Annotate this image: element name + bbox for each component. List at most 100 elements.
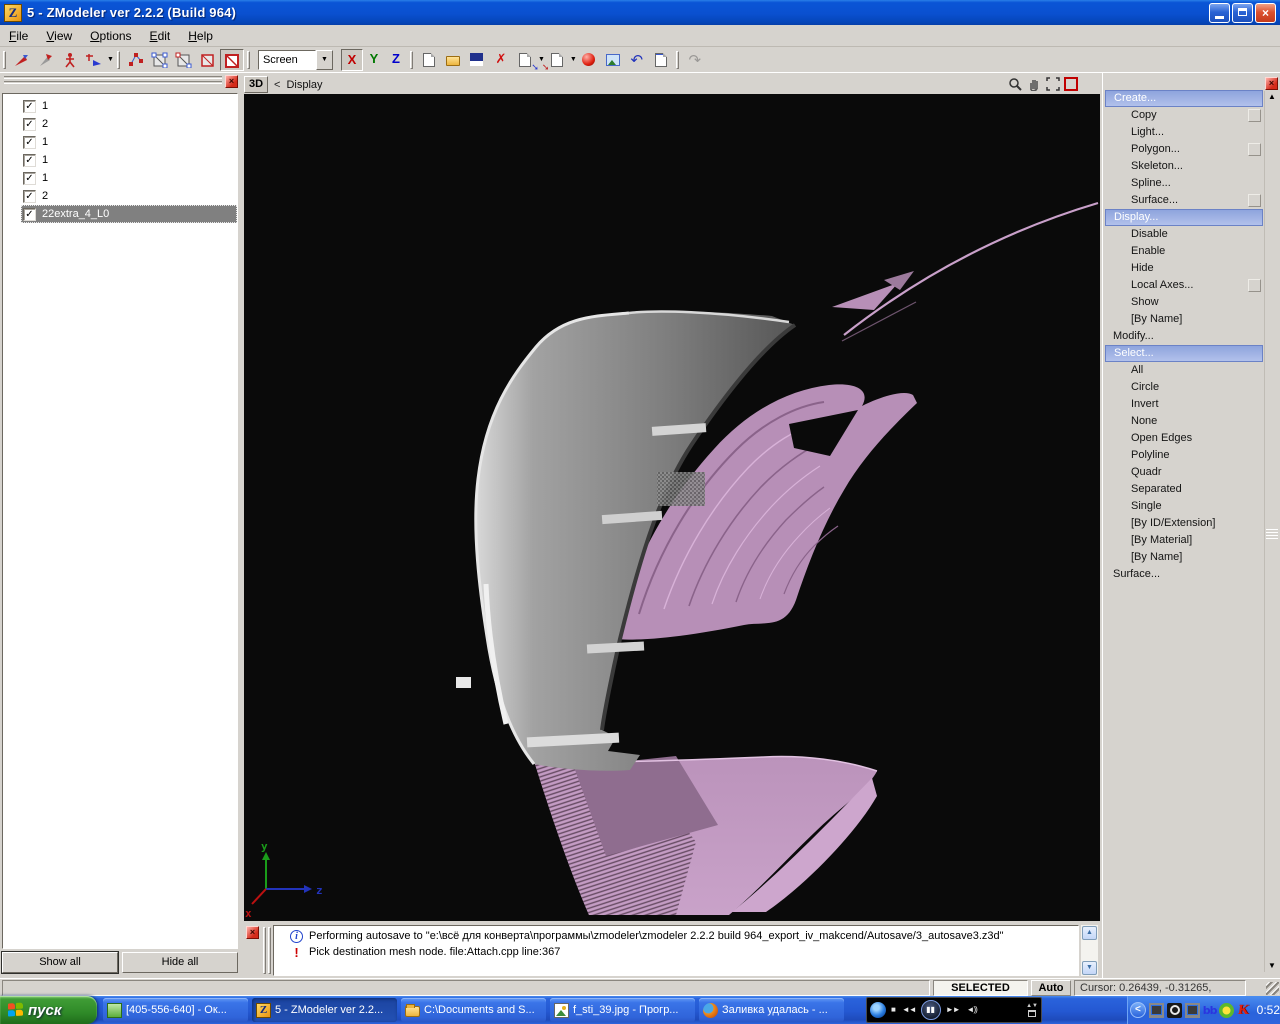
zoom-icon[interactable] (1007, 76, 1023, 92)
space-selector-combo[interactable]: Screen ▼ (257, 49, 333, 70)
undo-icon[interactable]: ↶ (624, 48, 649, 71)
toolbar-grip[interactable] (675, 50, 679, 69)
cmd-modify[interactable]: Modify... (1105, 328, 1263, 345)
cmd-select-by-material[interactable]: [By Material] (1105, 532, 1263, 549)
cmd-enable[interactable]: Enable (1105, 243, 1263, 260)
cmd-display-by-name[interactable]: [By Name] (1105, 311, 1263, 328)
checkbox-checked-icon[interactable]: ✓ (23, 99, 36, 113)
show-all-button[interactable]: Show all (1, 951, 119, 974)
option-box[interactable] (1248, 109, 1261, 122)
move-tool-icon[interactable] (34, 48, 58, 71)
log-messages[interactable]: i Performing autosave to "e:\всё для кон… (273, 925, 1079, 976)
checkbox-checked-icon[interactable]: ✓ (23, 135, 36, 149)
cmd-polygon[interactable]: Polygon... (1105, 141, 1263, 158)
cmd-skeleton[interactable]: Skeleton... (1105, 158, 1263, 175)
status-auto-button[interactable]: Auto (1031, 980, 1071, 996)
cmd-select-polyline[interactable]: Polyline (1105, 447, 1263, 464)
toolbar-grip[interactable] (3, 50, 6, 69)
media-pause-button[interactable]: ▮▮ (920, 1000, 941, 1020)
view-back-arrow[interactable]: < (274, 79, 280, 91)
open-file-icon[interactable] (440, 48, 465, 71)
import-icon[interactable]: ➘ (512, 48, 539, 72)
tool-dropdown-icon[interactable]: ▼ (107, 56, 114, 63)
cmd-spline[interactable]: Spline... (1105, 175, 1263, 192)
export-icon[interactable]: ➘ (542, 48, 569, 72)
cmd-select-separated[interactable]: Separated (1105, 481, 1263, 498)
restore-button[interactable] (1232, 3, 1253, 23)
cmd-local-axes[interactable]: Local Axes... (1105, 277, 1263, 294)
taskbar-task-explorer[interactable]: C:\Documents and S... (401, 998, 546, 1022)
axis-x-button[interactable]: X (340, 48, 363, 71)
taskbar-task-icq[interactable]: [405-556-640] - Ок... (103, 998, 248, 1022)
log-scrollbar[interactable]: ▲ ▼ (1081, 925, 1098, 976)
checkbox-checked-icon[interactable]: ✓ (23, 171, 36, 185)
bb-tray-icon[interactable]: bb (1203, 1003, 1218, 1018)
export-dropdown-icon[interactable]: ▼ (570, 56, 577, 63)
objects-mode-icon[interactable] (219, 48, 244, 71)
bone-tool-icon[interactable] (82, 48, 106, 71)
scene-node-row[interactable]: ✓ 1 (21, 169, 237, 187)
scroll-down-icon[interactable]: ▼ (1082, 961, 1097, 975)
menu-edit[interactable]: Edit (141, 26, 180, 46)
media-volume-button[interactable]: ◄)) (965, 1000, 979, 1020)
log-window-icon[interactable] (648, 48, 673, 71)
option-box[interactable] (1248, 143, 1261, 156)
start-button[interactable]: пуск (0, 996, 97, 1024)
save-file-icon[interactable] (464, 48, 489, 71)
cmd-disable[interactable]: Disable (1105, 226, 1263, 243)
scroll-up-icon[interactable]: ▲ (1082, 926, 1097, 940)
checkbox-checked-icon[interactable]: ✓ (23, 117, 36, 131)
cmd-select[interactable]: Select... (1105, 345, 1263, 362)
taskbar-task-zmodeler[interactable]: Z 5 - ZModeler ver 2.2... (252, 998, 397, 1022)
checkbox-checked-icon[interactable]: ✓ (23, 207, 36, 221)
delete-icon[interactable]: ✗ (488, 48, 513, 71)
cmd-hide[interactable]: Hide (1105, 260, 1263, 277)
panel-drag-grip[interactable] (4, 76, 222, 86)
pan-hand-icon[interactable] (1026, 76, 1042, 92)
band-expand-icon[interactable]: ▲▼ (1026, 1003, 1038, 1009)
view-mode-button[interactable]: 3D (244, 76, 268, 93)
scene-node-row[interactable]: ✓ 1 (21, 97, 237, 115)
edges-mode-icon[interactable] (147, 48, 172, 71)
network-icon[interactable] (1148, 1002, 1164, 1018)
close-button[interactable]: × (1255, 3, 1276, 23)
commands-close-icon[interactable]: × (1265, 77, 1278, 90)
scroll-up-icon[interactable]: ▲ (1265, 91, 1279, 103)
skeleton-tool-icon[interactable] (58, 48, 82, 71)
checkbox-checked-icon[interactable]: ✓ (23, 189, 36, 203)
viewport-3d-canvas[interactable]: y z x (244, 94, 1100, 921)
media-prev-button[interactable]: ◄◄ (900, 1000, 918, 1020)
cmd-select-none[interactable]: None (1105, 413, 1263, 430)
vertices-mode-icon[interactable] (123, 48, 148, 71)
cmd-display[interactable]: Display... (1105, 209, 1263, 226)
cmd-surface-create[interactable]: Surface... (1105, 192, 1263, 209)
cmd-copy[interactable]: Copy (1105, 107, 1263, 124)
cmd-select-single[interactable]: Single (1105, 498, 1263, 515)
resize-grip[interactable] (1266, 982, 1279, 995)
checkbox-checked-icon[interactable]: ✓ (23, 153, 36, 167)
cmd-select-all[interactable]: All (1105, 362, 1263, 379)
fit-view-icon[interactable] (1045, 76, 1061, 92)
cmd-select-invert[interactable]: Invert (1105, 396, 1263, 413)
band-restore-icon[interactable] (1028, 1009, 1037, 1017)
scene-node-row[interactable]: ✓ 1 (21, 151, 237, 169)
cmd-select-quadr[interactable]: Quadr (1105, 464, 1263, 481)
scene-node-row[interactable]: ✓ 2 (21, 115, 237, 133)
menu-options[interactable]: Options (81, 26, 140, 46)
scene-node-row[interactable]: ✓ 2 (21, 187, 237, 205)
select-tool-icon[interactable] (10, 48, 34, 71)
icq-flower-icon[interactable] (1218, 1002, 1234, 1018)
cmd-show[interactable]: Show (1105, 294, 1263, 311)
cmd-surface[interactable]: Surface... (1105, 566, 1263, 583)
toolbar-grip[interactable] (409, 50, 413, 69)
cmd-light[interactable]: Light... (1105, 124, 1263, 141)
polygons-mode-icon[interactable] (195, 48, 220, 71)
menu-view[interactable]: View (37, 26, 81, 46)
commands-scrollbar[interactable]: ▲ ▼ (1264, 91, 1278, 972)
scene-node-list[interactable]: ✓ 1 ✓ 2 ✓ 1 ✓ 1 ✓ 1 ✓ 2 ✓ 22extra_4_L0 (2, 93, 238, 949)
menu-file[interactable]: File (0, 26, 37, 46)
menu-help[interactable]: Help (179, 26, 222, 46)
material-editor-icon[interactable] (576, 48, 601, 71)
steam-icon[interactable] (1166, 1002, 1182, 1018)
combo-arrow-icon[interactable]: ▼ (315, 49, 333, 70)
